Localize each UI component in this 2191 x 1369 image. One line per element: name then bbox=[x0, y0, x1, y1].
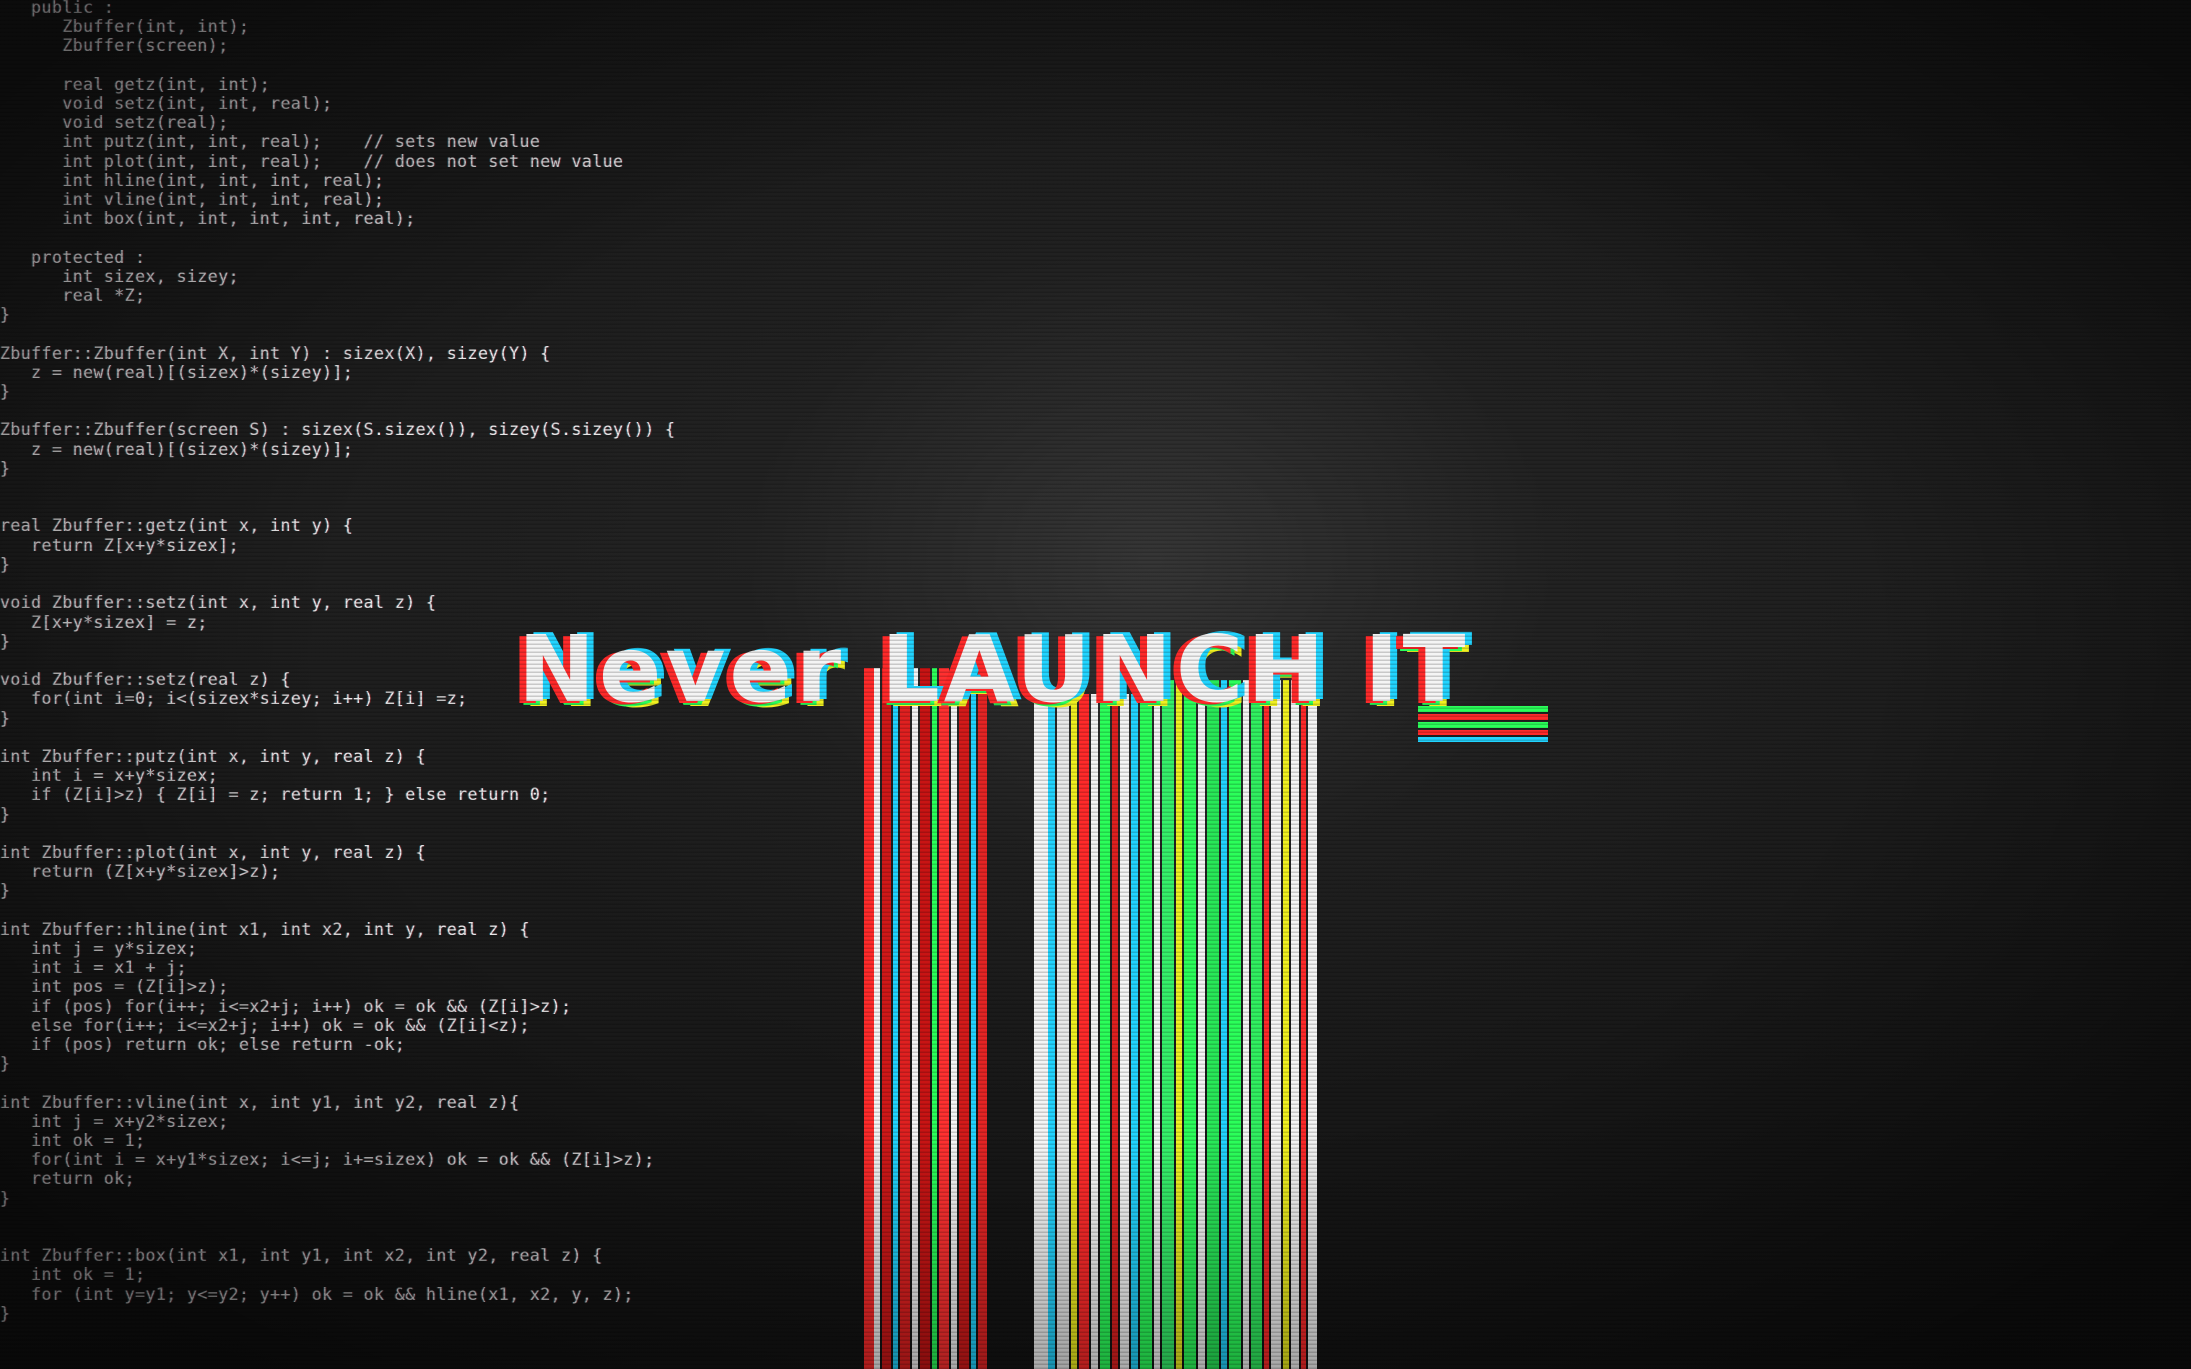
drip-bar bbox=[864, 668, 874, 1369]
drip-bar bbox=[971, 668, 976, 1369]
drip-bar bbox=[1243, 680, 1249, 1369]
drip-bar bbox=[1221, 680, 1227, 1369]
drip-bar bbox=[1034, 694, 1048, 1369]
drip-bar bbox=[1251, 680, 1262, 1369]
drip-bar bbox=[1154, 680, 1160, 1369]
drip-bar bbox=[874, 668, 880, 1369]
drip-bar bbox=[978, 668, 987, 1369]
drip-bar bbox=[1291, 680, 1299, 1369]
glitch-wallpaper: public : Zbuffer(int, int); Zbuffer(scre… bbox=[0, 0, 2191, 1369]
drip-bar bbox=[1198, 680, 1205, 1369]
drip-bar bbox=[1418, 730, 1548, 735]
drip-bar bbox=[1057, 694, 1069, 1369]
drip-bar bbox=[1229, 680, 1241, 1369]
drip-bar bbox=[932, 668, 937, 1369]
drip-bar bbox=[920, 668, 930, 1369]
drip-bar bbox=[912, 668, 918, 1369]
drip-bar bbox=[1308, 680, 1317, 1369]
drip-bar bbox=[1418, 737, 1548, 742]
drip-bar bbox=[939, 668, 949, 1369]
drip-bar bbox=[1264, 680, 1269, 1369]
headline-text: Never LAUNCH IT bbox=[518, 616, 1470, 723]
drip-bar bbox=[1091, 694, 1098, 1369]
drip-bar bbox=[1176, 680, 1182, 1369]
drip-bar bbox=[1283, 680, 1289, 1369]
drip-group-left bbox=[864, 668, 987, 1369]
drip-bar bbox=[1184, 680, 1196, 1369]
drip-bar bbox=[1301, 680, 1306, 1369]
drip-bar bbox=[1071, 694, 1077, 1369]
drip-bar bbox=[1100, 694, 1110, 1369]
drip-bar bbox=[959, 668, 969, 1369]
drip-bar bbox=[1140, 680, 1152, 1369]
drip-bar bbox=[1112, 694, 1118, 1369]
drip-bar bbox=[882, 668, 891, 1369]
drip-bar bbox=[1131, 694, 1138, 1369]
drip-bar bbox=[1271, 680, 1281, 1369]
drip-bar bbox=[900, 668, 910, 1369]
drip-bar bbox=[951, 668, 957, 1369]
drip-bar bbox=[1048, 694, 1055, 1369]
drip-bar bbox=[1207, 680, 1219, 1369]
drip-group-right bbox=[1034, 680, 1317, 1369]
drip-bar bbox=[1120, 694, 1129, 1369]
drip-bar bbox=[1162, 680, 1174, 1369]
drip-bar bbox=[893, 668, 898, 1369]
drip-bar bbox=[1079, 694, 1089, 1369]
